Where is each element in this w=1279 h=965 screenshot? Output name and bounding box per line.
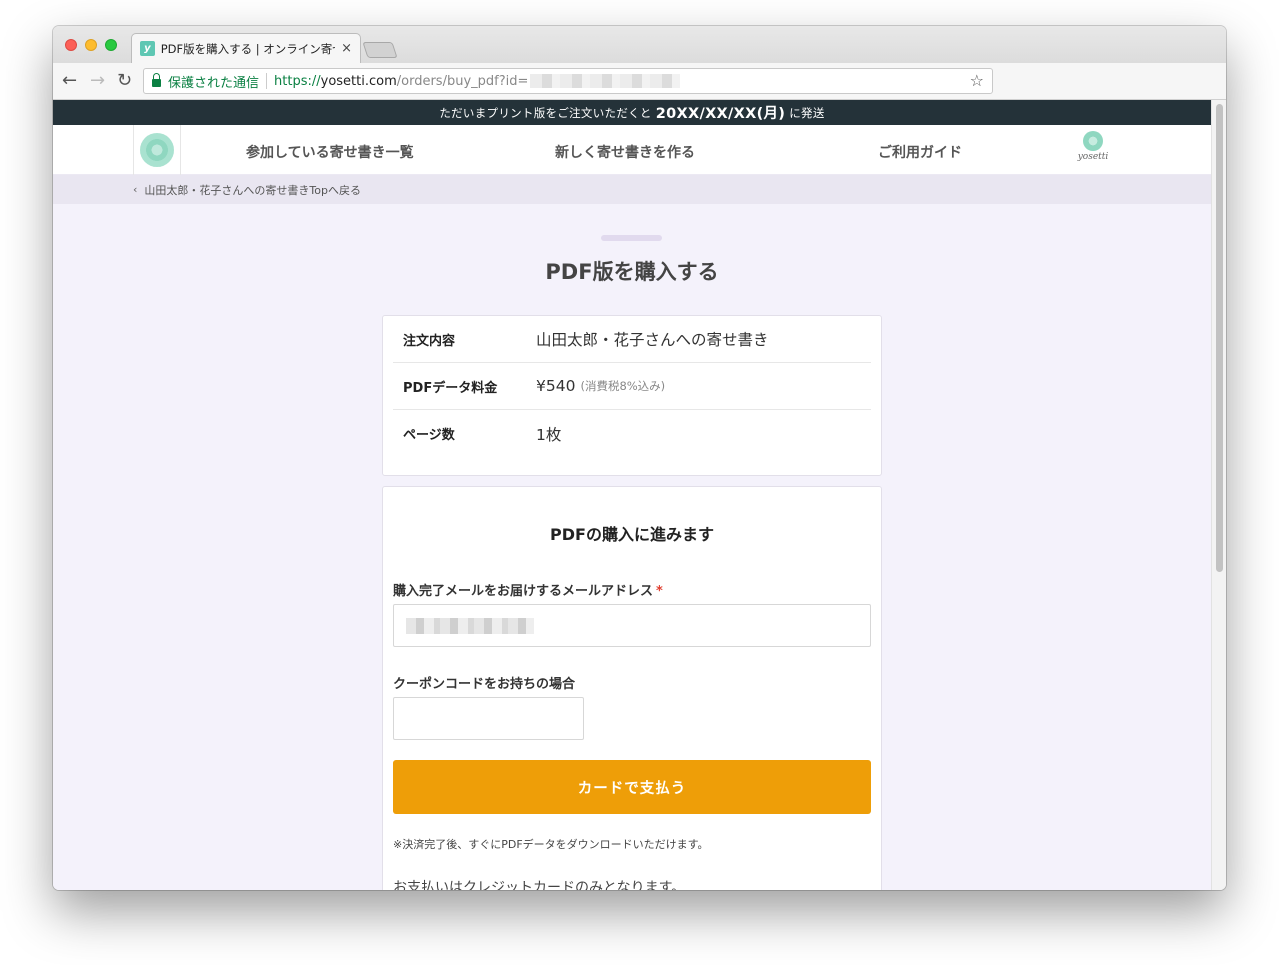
announcement-suffix: に発送: [789, 105, 825, 120]
breadcrumb-link[interactable]: 山田太郎・花子さんへの寄せ書きTopへ戻る: [144, 182, 361, 198]
flower-logo-icon: [140, 133, 174, 167]
brand-logo[interactable]: yosetti: [1073, 131, 1113, 171]
nav-create-new[interactable]: 新しく寄せ書きを作る: [555, 142, 695, 162]
announcement-prefix: ただいまプリント版をご注文いただくと: [439, 105, 652, 120]
title-accent: [601, 235, 662, 241]
close-window-button[interactable]: [65, 39, 77, 51]
order-row: ページ数 1枚: [393, 410, 871, 457]
new-tab-button[interactable]: [362, 42, 398, 58]
tab-title: PDF版を購入する | オンライン寄せ: [160, 41, 336, 56]
forward-arrow-icon[interactable]: →: [90, 70, 105, 92]
minimize-window-button[interactable]: [85, 39, 97, 51]
form-heading: PDFの購入に進みます: [550, 525, 714, 544]
tax-note: (消費税8%込み): [580, 379, 666, 393]
site-header: 参加している寄せ書き一覧 新しく寄せ書きを作る ご利用ガイド yosetti: [53, 125, 1211, 175]
chevron-left-icon: ‹: [133, 183, 138, 196]
secure-label: 保護された通信: [168, 75, 260, 91]
nav-guide[interactable]: ご利用ガイド: [878, 142, 962, 162]
purchase-form-card: PDFの購入に進みます 購入完了メールをお届けするメールアドレス * クーポンコー…: [382, 486, 882, 890]
url-host: yosetti.com: [320, 73, 397, 89]
maximize-window-button[interactable]: [105, 39, 117, 51]
brand-flower-icon: [1083, 131, 1103, 151]
brand-name: yosetti: [1077, 152, 1109, 162]
url-path: /orders/buy_pdf?id=: [396, 73, 529, 89]
page-viewport: ただいまプリント版をご注文いただくと 20XX/XX/XX(月) に発送 参加し…: [53, 100, 1211, 890]
browser-window: y PDF版を購入する | オンライン寄せ × ← → ↻ 保護された通信 ht…: [53, 26, 1226, 890]
reload-icon[interactable]: ↻: [117, 70, 132, 92]
email-redacted: [406, 618, 534, 634]
payment-note: お支払いはクレジットカードのみとなります。: [393, 880, 686, 890]
page-title: PDF版を購入する: [545, 260, 719, 284]
order-label: ページ数: [403, 428, 455, 443]
email-label: 購入完了メールをお届けするメールアドレス *: [393, 580, 663, 599]
url-redacted: [530, 74, 681, 88]
breadcrumb[interactable]: ‹ 山田太郎・花子さんへの寄せ書きTopへ戻る: [53, 175, 1211, 204]
order-row: 注文内容 山田太郎・花子さんへの寄せ書き: [393, 316, 871, 363]
order-summary-card: 注文内容 山田太郎・花子さんへの寄せ書き PDFデータ料金 ¥540 (消費税8…: [382, 315, 882, 476]
order-value: 山田太郎・花子さんへの寄せ書き: [536, 331, 769, 349]
address-bar[interactable]: 保護された通信 https:// yosetti.com /orders/buy…: [143, 68, 993, 94]
title-bar: y PDF版を購入する | オンライン寄せ ×: [53, 26, 1226, 63]
browser-tab[interactable]: y PDF版を購入する | オンライン寄せ ×: [131, 33, 361, 63]
required-mark: *: [656, 584, 663, 599]
order-value: 1枚: [536, 425, 562, 444]
pay-with-card-button[interactable]: カードで支払う: [393, 760, 871, 814]
order-label: PDFデータ料金: [403, 380, 498, 396]
announcement-date: 20XX/XX/XX(月): [655, 106, 786, 122]
page-scrollbar[interactable]: [1211, 100, 1226, 890]
url-scheme: https://: [274, 73, 321, 89]
favicon-icon: y: [140, 41, 155, 56]
order-value: ¥540: [536, 377, 576, 395]
coupon-label: クーポンコードをお持ちの場合: [393, 677, 576, 692]
site-logo[interactable]: [133, 125, 181, 175]
coupon-input[interactable]: [393, 697, 584, 740]
back-arrow-icon[interactable]: ←: [62, 70, 77, 92]
email-label-text: 購入完了メールをお届けするメールアドレス: [393, 584, 654, 599]
announcement-bar: ただいまプリント版をご注文いただくと 20XX/XX/XX(月) に発送: [53, 100, 1211, 125]
nav-joined-list[interactable]: 参加している寄せ書き一覧: [246, 142, 414, 162]
order-row: PDFデータ料金 ¥540 (消費税8%込み): [393, 363, 871, 410]
browser-toolbar: ← → ↻ 保護された通信 https:// yosetti.com /orde…: [53, 63, 1226, 100]
lock-icon: [152, 73, 161, 87]
download-note: ※決済完了後、すぐにPDFデータをダウンロードいただけます。: [393, 838, 709, 851]
address-separator: [266, 73, 268, 89]
order-label: 注文内容: [403, 333, 456, 349]
bookmark-star-icon[interactable]: ☆: [970, 71, 984, 90]
tab-close-icon[interactable]: ×: [341, 41, 352, 56]
scroll-thumb[interactable]: [1216, 104, 1223, 572]
